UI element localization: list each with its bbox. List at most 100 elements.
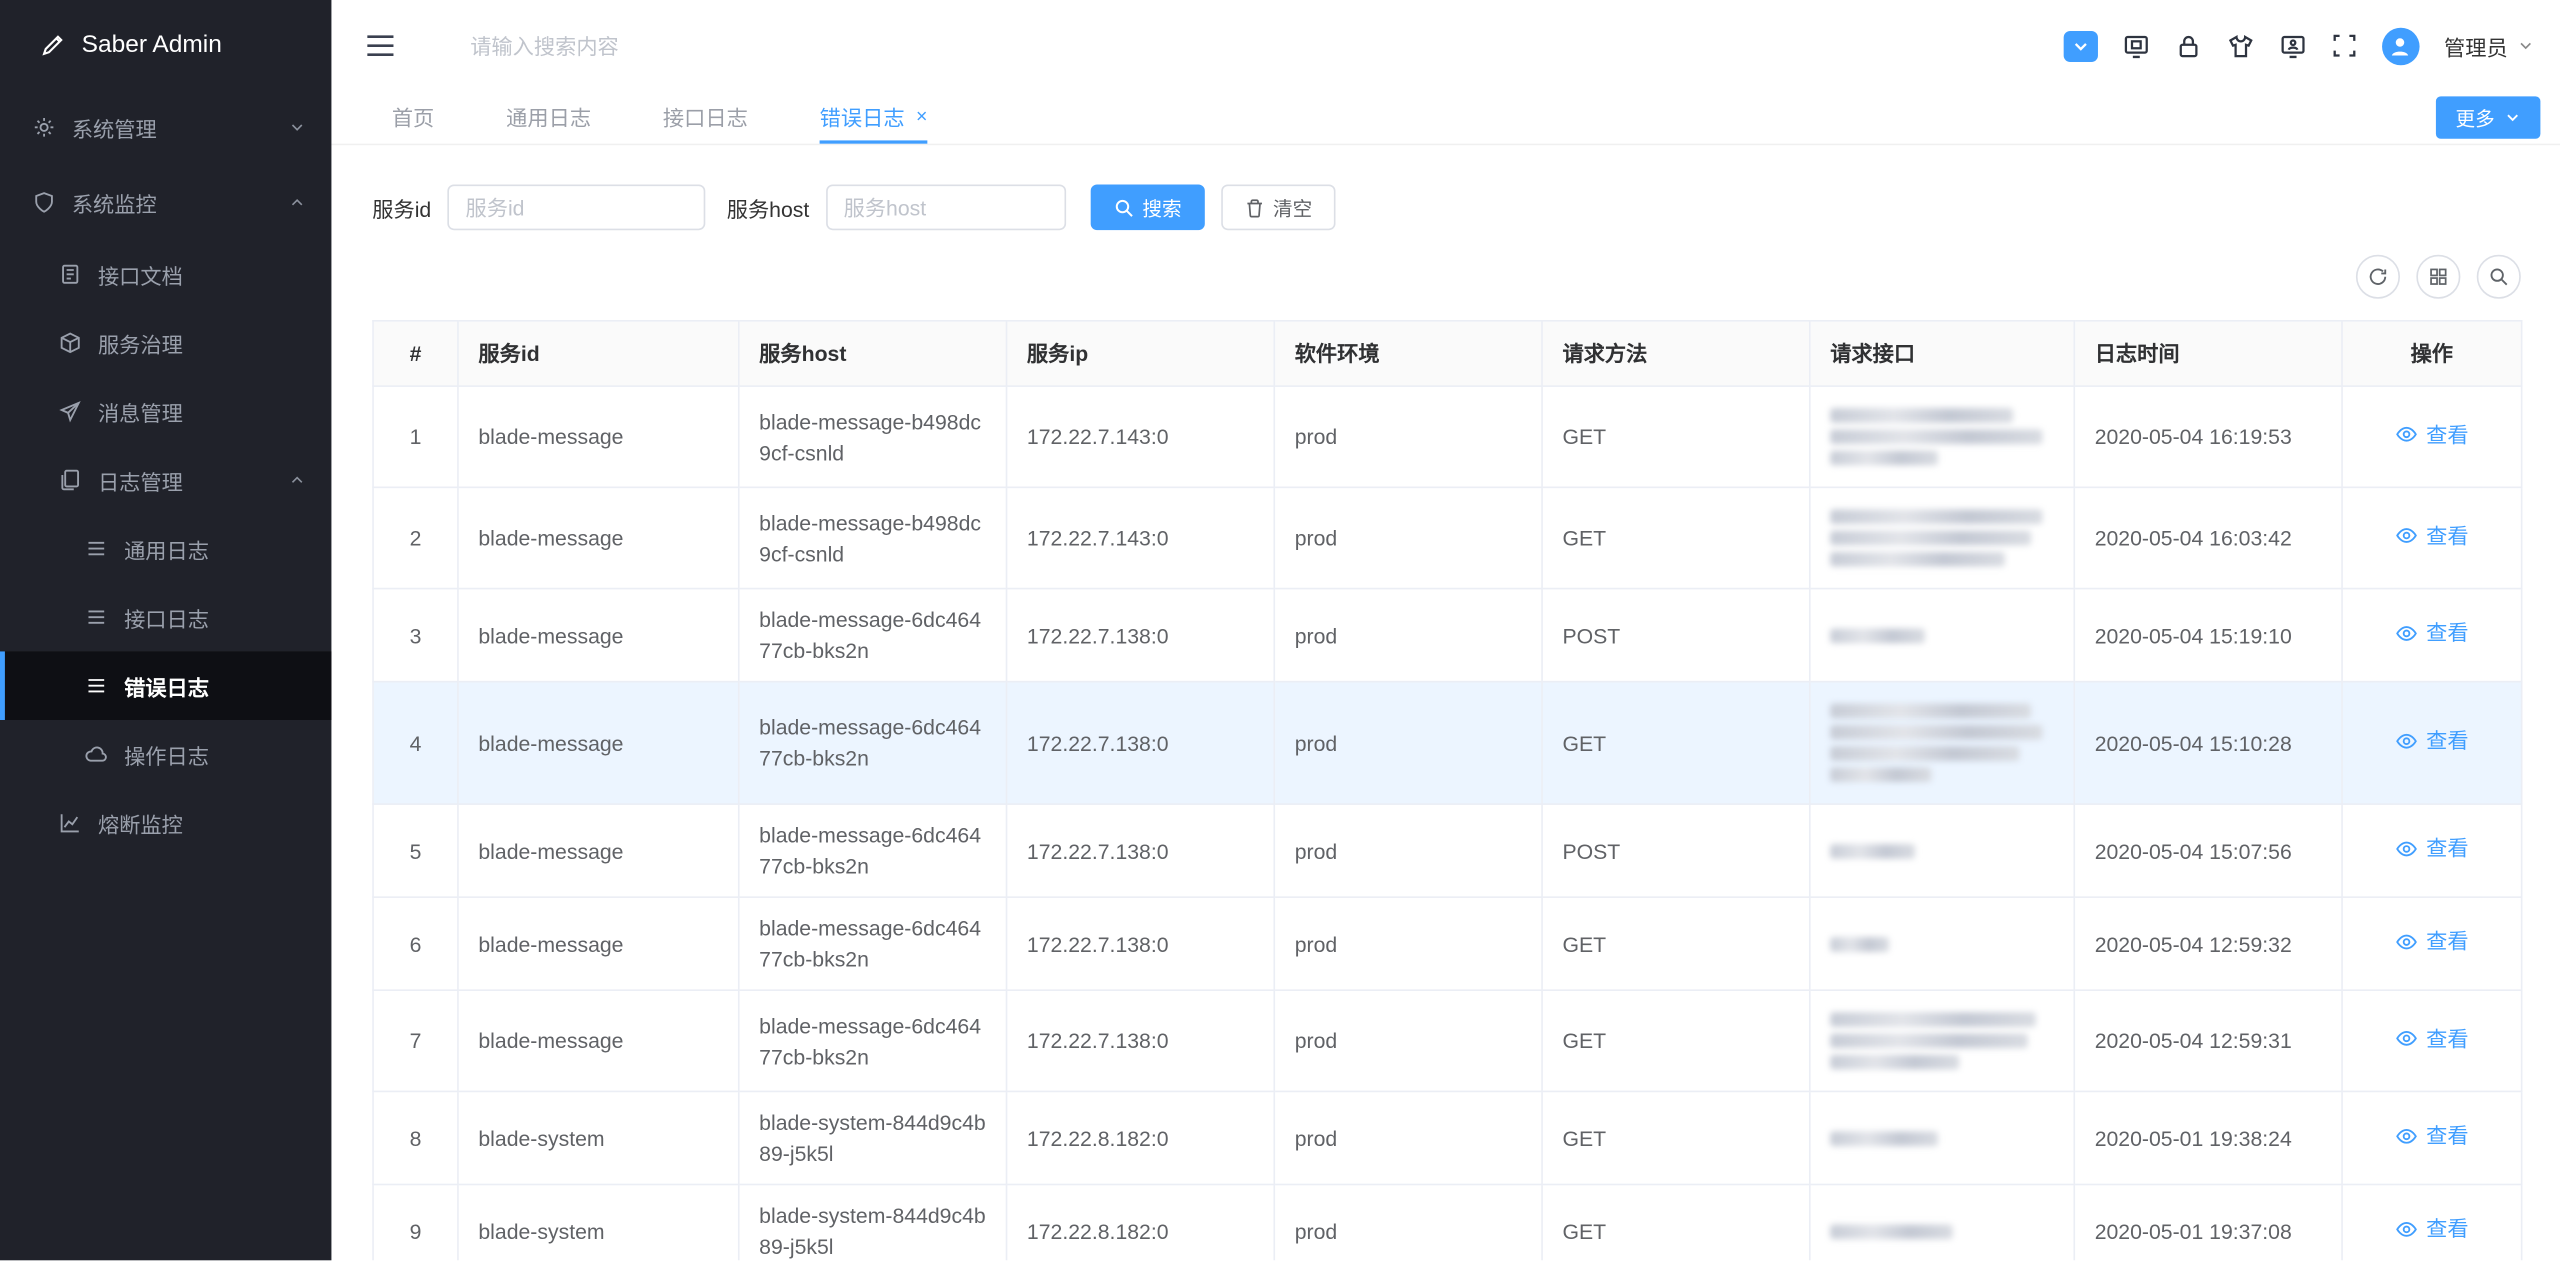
tab-close-icon[interactable]: × bbox=[916, 106, 927, 126]
sidebar-item-error-log[interactable]: 错误日志 bbox=[0, 651, 331, 720]
table-row: 3 blade-message blade-message-6dc46477cb… bbox=[373, 589, 2522, 682]
sidebar-item-label: 接口日志 bbox=[124, 602, 209, 633]
table-toolbar bbox=[372, 255, 2521, 299]
cell-service-ip: 172.22.7.143:0 bbox=[1007, 487, 1275, 588]
eye-icon bbox=[2395, 1027, 2418, 1050]
view-link[interactable]: 查看 bbox=[2395, 520, 2468, 551]
cell-actions: 查看 bbox=[2342, 990, 2522, 1091]
service-host-input[interactable] bbox=[826, 184, 1066, 230]
cell-index: 8 bbox=[373, 1091, 458, 1184]
view-link[interactable]: 查看 bbox=[2395, 618, 2468, 649]
column-header: 服务host bbox=[739, 321, 1007, 386]
chevron-up-icon bbox=[289, 472, 305, 488]
view-link[interactable]: 查看 bbox=[2395, 419, 2468, 450]
user-menu[interactable]: 管理员 bbox=[2444, 30, 2534, 61]
sidebar-item-service-governance[interactable]: 服务治理 bbox=[0, 309, 331, 378]
tab-label: 首页 bbox=[392, 100, 434, 131]
tab-home[interactable]: 首页 bbox=[392, 91, 434, 143]
column-settings-button[interactable] bbox=[2416, 255, 2460, 299]
cell-method: GET bbox=[1542, 487, 1810, 588]
view-link[interactable]: 查看 bbox=[2395, 833, 2468, 864]
sidebar-item-general-log[interactable]: 通用日志 bbox=[0, 514, 331, 583]
main-content: 服务id 服务host 搜索 清空 bbox=[331, 145, 2560, 1260]
sidebar-item-label: 通用日志 bbox=[124, 533, 209, 564]
chevron-down-icon bbox=[2518, 38, 2534, 54]
chevron-up-icon bbox=[289, 194, 305, 210]
view-link-label: 查看 bbox=[2426, 926, 2468, 957]
column-header: 请求接口 bbox=[1810, 321, 2074, 386]
sidebar-item-system-management[interactable]: 系统管理 bbox=[0, 90, 331, 165]
avatar[interactable] bbox=[2382, 27, 2420, 65]
cell-api-masked bbox=[1810, 1091, 2074, 1184]
cell-index: 7 bbox=[373, 990, 458, 1091]
table-row: 2 blade-message blade-message-b498dc9cf-… bbox=[373, 487, 2522, 588]
global-search-input[interactable] bbox=[467, 32, 963, 60]
eye-icon bbox=[2395, 930, 2418, 953]
search-icon bbox=[1113, 197, 1134, 218]
sidebar-item-message-management[interactable]: 消息管理 bbox=[0, 377, 331, 446]
tab-label: 通用日志 bbox=[506, 100, 591, 131]
menu-toggle-icon[interactable] bbox=[366, 34, 395, 57]
table-header-row: # 服务id 服务host 服务ip 软件环境 请求方法 请求接口 日志时间 操… bbox=[373, 321, 2522, 386]
cell-service-host: blade-message-6dc46477cb-bks2n bbox=[739, 682, 1007, 804]
service-id-input[interactable] bbox=[448, 184, 706, 230]
sidebar-item-api-log[interactable]: 接口日志 bbox=[0, 583, 331, 652]
chevron-down-icon bbox=[289, 119, 305, 135]
search-button[interactable]: 搜索 bbox=[1090, 184, 1204, 230]
cell-service-id: blade-message bbox=[458, 386, 739, 487]
files-icon bbox=[59, 469, 82, 492]
cell-api-masked bbox=[1810, 1184, 2074, 1260]
screen-icon[interactable] bbox=[2122, 32, 2150, 60]
fullscreen-icon[interactable] bbox=[2331, 33, 2357, 59]
app-window: Saber Admin 系统管理 系统监控 接口文档 bbox=[0, 0, 2560, 1260]
cell-service-id: blade-message bbox=[458, 897, 739, 990]
cell-actions: 查看 bbox=[2342, 487, 2522, 588]
column-header: 日志时间 bbox=[2074, 321, 2342, 386]
table-row: 8 blade-system blade-system-844d9c4b89-j… bbox=[373, 1091, 2522, 1184]
toggle-search-button[interactable] bbox=[2477, 255, 2521, 299]
sidebar-item-circuit-monitor[interactable]: 熔断监控 bbox=[0, 789, 331, 858]
sidebar-item-label: 日志管理 bbox=[98, 464, 183, 495]
cell-method: POST bbox=[1542, 589, 1810, 682]
sidebar-item-system-monitor[interactable]: 系统监控 bbox=[0, 165, 331, 240]
cell-service-ip: 172.22.8.182:0 bbox=[1007, 1184, 1275, 1260]
cell-service-ip: 172.22.7.138:0 bbox=[1007, 990, 1275, 1091]
cell-actions: 查看 bbox=[2342, 897, 2522, 990]
column-header: 服务id bbox=[458, 321, 739, 386]
tab-error-log[interactable]: 错误日志 × bbox=[820, 91, 928, 143]
view-link-label: 查看 bbox=[2426, 520, 2468, 551]
notice-icon[interactable] bbox=[2064, 30, 2098, 61]
cell-env: prod bbox=[1274, 487, 1542, 588]
tab-general-log[interactable]: 通用日志 bbox=[506, 91, 591, 143]
cell-env: prod bbox=[1274, 897, 1542, 990]
view-link[interactable]: 查看 bbox=[2395, 926, 2468, 957]
clear-button[interactable]: 清空 bbox=[1221, 184, 1335, 230]
cell-time: 2020-05-04 12:59:32 bbox=[2074, 897, 2342, 990]
eye-icon bbox=[2395, 1124, 2418, 1147]
sidebar-item-api-docs[interactable]: 接口文档 bbox=[0, 240, 331, 309]
tab-api-log[interactable]: 接口日志 bbox=[663, 91, 748, 143]
refresh-button[interactable] bbox=[2356, 255, 2400, 299]
sidebar-item-log-management[interactable]: 日志管理 bbox=[0, 446, 331, 515]
more-button[interactable]: 更多 bbox=[2436, 96, 2541, 138]
lock-icon[interactable] bbox=[2175, 32, 2203, 60]
theme-shirt-icon[interactable] bbox=[2227, 32, 2255, 60]
view-link[interactable]: 查看 bbox=[2395, 725, 2468, 756]
display-user-icon[interactable] bbox=[2279, 32, 2307, 60]
table-row: 6 blade-message blade-message-6dc46477cb… bbox=[373, 897, 2522, 990]
view-link[interactable]: 查看 bbox=[2395, 1213, 2468, 1244]
tab-bar: 首页 通用日志 接口日志 错误日志 × 更多 bbox=[331, 91, 2560, 145]
search-button-label: 搜索 bbox=[1142, 193, 1181, 221]
cell-service-id: blade-message bbox=[458, 682, 739, 804]
column-header: 请求方法 bbox=[1542, 321, 1810, 386]
eye-icon bbox=[2395, 1218, 2418, 1241]
cloud-icon bbox=[85, 743, 108, 766]
cell-index: 9 bbox=[373, 1184, 458, 1260]
cell-index: 6 bbox=[373, 897, 458, 990]
table-row-highlighted: 4 blade-message blade-message-6dc46477cb… bbox=[373, 682, 2522, 804]
view-link[interactable]: 查看 bbox=[2395, 1023, 2468, 1054]
sidebar-item-operation-log[interactable]: 操作日志 bbox=[0, 720, 331, 789]
cell-service-host: blade-message-b498dc9cf-csnld bbox=[739, 487, 1007, 588]
view-link[interactable]: 查看 bbox=[2395, 1120, 2468, 1151]
cell-method: GET bbox=[1542, 386, 1810, 487]
